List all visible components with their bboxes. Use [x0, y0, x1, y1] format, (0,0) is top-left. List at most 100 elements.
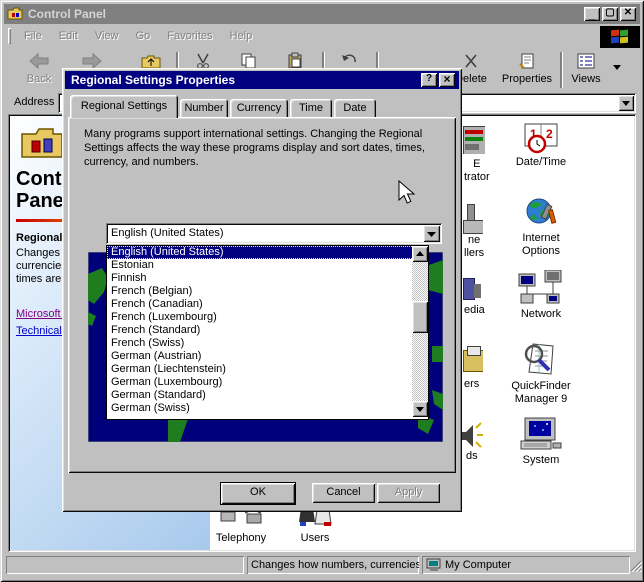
scroll-down-button[interactable]: [412, 401, 428, 417]
dialog-title: Regional Settings Properties: [71, 73, 235, 87]
scroll-thumb[interactable]: [412, 301, 428, 333]
dialog-description: Many programs support international sett…: [84, 127, 425, 169]
properties-button[interactable]: Properties: [498, 50, 556, 90]
chevron-down-icon: [618, 95, 634, 111]
status-bar: Changes how numbers, currencies, My Comp…: [4, 554, 640, 576]
views-dropdown-caret[interactable]: [612, 62, 622, 74]
tab-number[interactable]: Number: [180, 99, 228, 117]
system-label: System: [503, 454, 579, 467]
window-titlebar: Control Panel _ ▢ ✕: [4, 4, 640, 24]
address-dropdown-button[interactable]: [618, 95, 634, 111]
apply-button[interactable]: Apply: [377, 483, 440, 503]
system-icon[interactable]: [517, 416, 565, 452]
control-panel-window: Control Panel _ ▢ ✕ File Edit View Go Fa…: [0, 0, 644, 582]
status-panel-message: Changes how numbers, currencies,: [247, 556, 419, 574]
list-scrollbar[interactable]: [412, 246, 428, 417]
telephony-label: Telephony: [205, 532, 277, 545]
maximize-button[interactable]: ▢: [602, 7, 618, 21]
menu-edit[interactable]: Edit: [59, 30, 78, 42]
control-panel-icon: [7, 6, 23, 20]
minimize-button[interactable]: _: [584, 7, 600, 21]
chevron-down-icon: [423, 225, 440, 242]
list-item[interactable]: German (Liechtenstein): [107, 363, 428, 376]
list-item[interactable]: German (Luxembourg): [107, 376, 428, 389]
regional-settings-dialog: Regional Settings Properties ? × Regiona…: [62, 68, 462, 512]
address-label: Address: [14, 96, 54, 108]
language-combobox-value: English (United States): [111, 227, 224, 239]
language-dropdown-list[interactable]: English (United States) Estonian Finnish…: [106, 245, 429, 420]
game-controllers-icon[interactable]: [463, 204, 483, 234]
language-combobox[interactable]: English (United States): [106, 223, 442, 244]
dialog-help-button[interactable]: ?: [421, 73, 437, 87]
list-item[interactable]: Finnish: [107, 272, 428, 285]
tab-time[interactable]: Time: [290, 99, 332, 117]
window-title: Control Panel: [28, 7, 106, 21]
back-button[interactable]: Back: [14, 50, 64, 90]
quickfinder-label: QuickFinder Manager 9: [495, 380, 587, 406]
tab-date[interactable]: Date: [334, 99, 376, 117]
quickfinder-icon[interactable]: [517, 342, 565, 378]
menu-favorites[interactable]: Favorites: [167, 30, 212, 42]
menu-file[interactable]: File: [24, 30, 42, 42]
internet-options-label: Internet Options: [503, 232, 579, 258]
chevron-up-icon: [412, 246, 428, 262]
scroll-up-button[interactable]: [412, 246, 428, 262]
menu-view[interactable]: View: [95, 30, 119, 42]
multimedia-icon[interactable]: [463, 276, 481, 302]
delete-icon: [462, 52, 480, 70]
printers-label: ers: [464, 378, 479, 390]
internet-options-icon[interactable]: [517, 196, 565, 230]
tab-regional-settings[interactable]: Regional Settings: [70, 95, 178, 118]
list-item[interactable]: French (Belgian): [107, 285, 428, 298]
ok-button[interactable]: OK: [220, 482, 296, 505]
views-button[interactable]: Views: [564, 50, 608, 90]
chevron-down-icon: [612, 63, 622, 71]
views-icon: [576, 52, 596, 70]
list-item[interactable]: German (Standard): [107, 389, 428, 402]
dialog-titlebar: Regional Settings Properties ? ×: [65, 71, 459, 89]
date-time-label: Date/Time: [503, 156, 579, 169]
windows-logo-icon: [600, 26, 640, 48]
users-label: Users: [291, 532, 339, 545]
tab-currency[interactable]: Currency: [230, 99, 288, 117]
menu-help[interactable]: Help: [230, 30, 253, 42]
list-item[interactable]: French (Swiss): [107, 337, 428, 350]
printers-icon[interactable]: [463, 346, 483, 372]
menu-grip[interactable]: [8, 28, 11, 44]
multimedia-label: edia: [464, 304, 485, 316]
cancel-button[interactable]: Cancel: [312, 483, 375, 503]
menu-go[interactable]: Go: [136, 30, 151, 42]
properties-icon: [518, 52, 536, 70]
tab-page: Many programs support international sett…: [68, 117, 456, 473]
menu-bar: File Edit View Go Favorites Help: [4, 26, 598, 47]
my-computer-icon: [426, 558, 442, 575]
list-item[interactable]: English (United States): [107, 246, 428, 259]
chevron-down-icon: [412, 401, 428, 417]
toolbar-separator: [560, 52, 562, 88]
control-panel-folder-icon: [20, 124, 64, 163]
combobox-dropdown-button[interactable]: [423, 225, 440, 242]
properties-label: Properties: [498, 73, 556, 85]
sounds-label: ds: [466, 450, 478, 462]
status-panel-left: [6, 556, 244, 574]
network-icon[interactable]: [515, 270, 567, 306]
views-label: Views: [564, 73, 608, 85]
date-time-icon[interactable]: 12: [517, 122, 565, 154]
svg-text:2: 2: [546, 127, 553, 141]
list-item[interactable]: German (Austrian): [107, 350, 428, 363]
administrator-label: E trator: [464, 158, 490, 184]
mouse-cursor: [396, 180, 420, 209]
resize-grip[interactable]: [630, 560, 642, 575]
dialog-close-button[interactable]: ×: [439, 73, 455, 87]
list-item[interactable]: French (Luxembourg): [107, 311, 428, 324]
back-label: Back: [14, 73, 64, 85]
list-item[interactable]: French (Standard): [107, 324, 428, 337]
administrator-icon[interactable]: [463, 126, 485, 154]
list-item[interactable]: French (Canadian): [107, 298, 428, 311]
list-item[interactable]: Estonian: [107, 259, 428, 272]
game-controllers-label: ne llers: [464, 234, 484, 260]
list-item[interactable]: German (Swiss): [107, 402, 428, 415]
network-label: Network: [503, 308, 579, 321]
close-button[interactable]: ✕: [620, 7, 636, 21]
status-panel-zone: My Computer: [422, 556, 630, 574]
